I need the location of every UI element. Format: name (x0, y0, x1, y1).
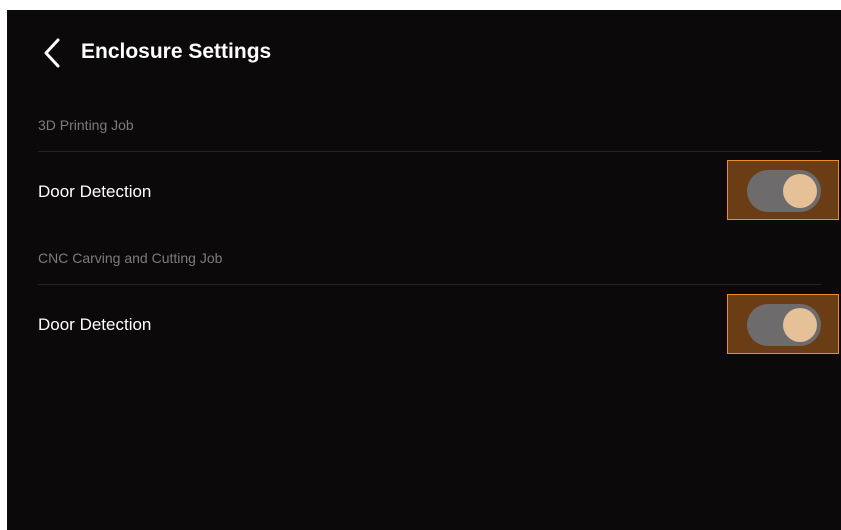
enclosure-settings-screen: Enclosure Settings 3D Printing Job Door … (7, 10, 841, 530)
page-title: Enclosure Settings (81, 40, 272, 63)
door-detection-toggle-3d-printing[interactable] (727, 160, 839, 220)
header: Enclosure Settings (7, 10, 841, 94)
section-label-3d-printing: 3D Printing Job (38, 117, 134, 133)
toggle-thumb (783, 308, 817, 342)
door-detection-toggle-cnc[interactable] (727, 294, 839, 354)
door-detection-label-cnc: Door Detection (38, 315, 152, 334)
toggle-track (747, 304, 821, 346)
door-detection-label-3d-printing: Door Detection (38, 182, 152, 201)
chevron-left-icon (37, 36, 67, 70)
toggle-thumb (783, 174, 817, 208)
toggle-track (747, 170, 821, 212)
divider (38, 151, 821, 152)
divider (38, 284, 821, 285)
section-label-cnc: CNC Carving and Cutting Job (38, 250, 223, 266)
back-button[interactable] (37, 36, 67, 70)
